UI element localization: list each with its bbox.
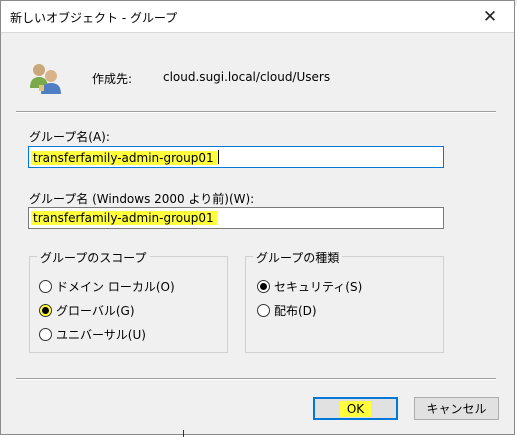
radio-universal-circle [39,328,52,341]
radio-distribution[interactable]: 配布(D) [257,302,317,319]
group-name-pre2000-label: グループ名 (Windows 2000 より前)(W): [29,192,255,206]
group-name-pre2000-input[interactable]: transferfamily-admin-group01 [28,207,444,229]
radio-distribution-label: 配布(D) [274,304,317,318]
ok-button[interactable]: OK [313,397,398,420]
radio-distribution-circle [257,304,270,317]
ok-button-label: OK [339,400,372,417]
radio-global-label: グローバル(G) [56,304,135,318]
destination-label: 作成先: [92,72,133,86]
new-object-group-dialog: 新しいオブジェクト - グループ ✕ 作成先: cloud.sugi.local… [0,0,515,435]
group-name-pre2000-value: transferfamily-admin-group01 [31,211,217,225]
cancel-button[interactable]: キャンセル [414,397,499,420]
radio-domain-local-circle [39,280,52,293]
radio-domain-local-label: ドメイン ローカル(O) [56,280,175,294]
radio-security[interactable]: セキュリティ(S) [257,278,362,295]
separator-top [16,111,496,113]
title-bar: 新しいオブジェクト - グループ ✕ [1,1,514,33]
dialog-title: 新しいオブジェクト - グループ [10,11,178,25]
group-scope-title: グループのスコープ [37,249,150,266]
cancel-button-label: キャンセル [426,402,487,416]
background-window-mark [183,430,184,437]
text-caret [217,150,219,164]
radio-universal[interactable]: ユニバーサル(U) [39,326,146,343]
radio-security-circle [257,280,270,293]
radio-universal-label: ユニバーサル(U) [56,328,146,342]
radio-security-label: セキュリティ(S) [274,280,363,294]
group-name-label: グループ名(A): [29,130,110,144]
close-button[interactable]: ✕ [467,1,513,32]
group-name-value: transferfamily-admin-group01 [31,151,217,165]
destination-value: cloud.sugi.local/cloud/Users [163,70,331,84]
radio-global-circle [39,304,52,317]
radio-global[interactable]: グローバル(G) [39,302,135,319]
group-users-icon [30,64,61,94]
radio-domain-local[interactable]: ドメイン ローカル(O) [39,278,175,295]
separator-bottom [16,378,496,380]
group-name-input[interactable]: transferfamily-admin-group01 [28,146,444,168]
group-type-title: グループの種類 [253,249,343,266]
close-icon: ✕ [482,6,498,27]
